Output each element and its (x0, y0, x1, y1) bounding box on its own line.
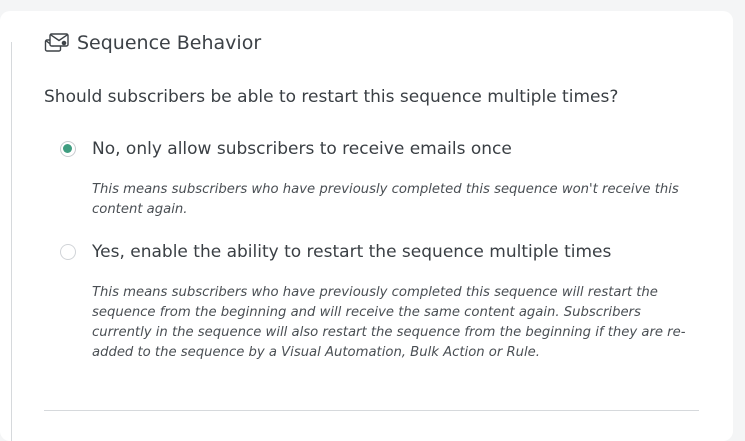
option-receive-once-description: This means subscribers who have previous… (92, 182, 679, 217)
settings-card (0, 11, 733, 441)
radio-receive-once[interactable] (60, 141, 76, 157)
option-restart-multiple-description: This means subscribers who have previous… (92, 285, 686, 360)
section-title: Sequence Behavior (77, 32, 262, 54)
section-divider (44, 410, 699, 411)
left-divider-line (11, 42, 12, 441)
option-receive-once-label[interactable]: No, only allow subscribers to receive em… (92, 139, 512, 159)
restart-question: Should subscribers be able to restart th… (44, 87, 619, 107)
section-header: Sequence Behavior (44, 30, 261, 56)
envelope-settings-icon (44, 32, 70, 54)
radio-restart-multiple[interactable] (60, 244, 76, 260)
option-restart-multiple-label[interactable]: Yes, enable the ability to restart the s… (92, 242, 611, 262)
